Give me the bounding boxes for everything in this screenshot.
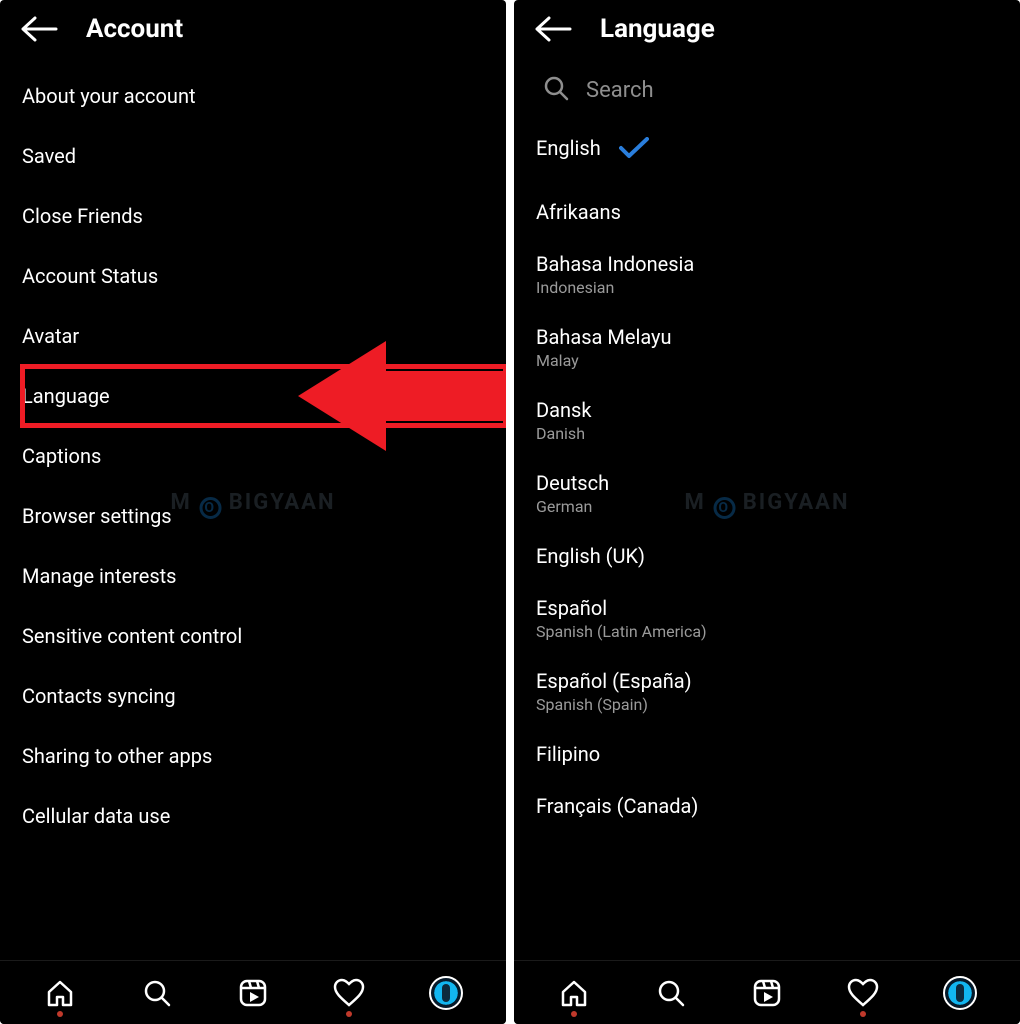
search-input[interactable]: Search [514, 62, 1020, 126]
nav-profile[interactable] [934, 967, 986, 1019]
check-icon [619, 137, 649, 159]
settings-item-manage-interests[interactable]: Manage interests [22, 546, 506, 606]
nav-profile[interactable] [420, 967, 472, 1019]
settings-item-language[interactable]: Language [22, 366, 506, 426]
nav-home[interactable] [548, 967, 600, 1019]
nav-dot-icon [571, 1011, 577, 1017]
page-title: Account [86, 14, 183, 44]
language-option-bahasa-melayu[interactable]: Bahasa Melayu Malay [536, 311, 1020, 384]
settings-item-contacts-syncing[interactable]: Contacts syncing [22, 666, 506, 726]
page-title: Language [600, 14, 715, 44]
language-option-espanol[interactable]: Español Spanish (Latin America) [536, 582, 1020, 655]
nav-home[interactable] [34, 967, 86, 1019]
language-picker-screen: Language Search English Afrikaans Bahasa… [514, 0, 1020, 1024]
language-option-afrikaans[interactable]: Afrikaans [536, 186, 1020, 238]
language-option-francais-canada[interactable]: Français (Canada) [536, 780, 1020, 832]
header: Language [514, 0, 1020, 62]
settings-item-cellular-data-use[interactable]: Cellular data use [22, 786, 506, 846]
account-settings-screen: Account About your account Saved Close F… [0, 0, 506, 1024]
nav-reels[interactable] [741, 967, 793, 1019]
language-list: English Afrikaans Bahasa Indonesia Indon… [514, 126, 1020, 960]
nav-activity[interactable] [837, 967, 889, 1019]
language-option-espanol-espana[interactable]: Español (España) Spanish (Spain) [536, 655, 1020, 728]
language-option-filipino[interactable]: Filipino [536, 728, 1020, 780]
language-option-deutsch[interactable]: Deutsch German [536, 457, 1020, 530]
settings-item-close-friends[interactable]: Close Friends [22, 186, 506, 246]
back-arrow-icon[interactable] [20, 16, 58, 42]
nav-search[interactable] [645, 967, 697, 1019]
back-arrow-icon[interactable] [534, 16, 572, 42]
nav-reels[interactable] [227, 967, 279, 1019]
header: Account [0, 0, 506, 62]
account-settings-list: About your account Saved Close Friends A… [0, 62, 506, 960]
nav-dot-icon [346, 1011, 352, 1017]
settings-item-sharing-to-other-apps[interactable]: Sharing to other apps [22, 726, 506, 786]
settings-item-sensitive-content-control[interactable]: Sensitive content control [22, 606, 506, 666]
search-placeholder: Search [586, 78, 654, 103]
bottom-nav [0, 960, 506, 1024]
search-icon [542, 74, 570, 106]
bottom-nav [514, 960, 1020, 1024]
settings-item-saved[interactable]: Saved [22, 126, 506, 186]
profile-avatar-icon [429, 976, 463, 1010]
nav-dot-icon [860, 1011, 866, 1017]
language-option-english[interactable]: English [536, 130, 1020, 186]
settings-item-about-your-account[interactable]: About your account [22, 66, 506, 126]
nav-dot-icon [57, 1011, 63, 1017]
settings-item-account-status[interactable]: Account Status [22, 246, 506, 306]
profile-avatar-icon [943, 976, 977, 1010]
annotation-arrow-icon [298, 341, 506, 451]
settings-item-browser-settings[interactable]: Browser settings [22, 486, 506, 546]
language-option-english-uk[interactable]: English (UK) [536, 530, 1020, 582]
nav-search[interactable] [131, 967, 183, 1019]
language-option-dansk[interactable]: Dansk Danish [536, 384, 1020, 457]
language-option-bahasa-indonesia[interactable]: Bahasa Indonesia Indonesian [536, 238, 1020, 311]
nav-activity[interactable] [323, 967, 375, 1019]
